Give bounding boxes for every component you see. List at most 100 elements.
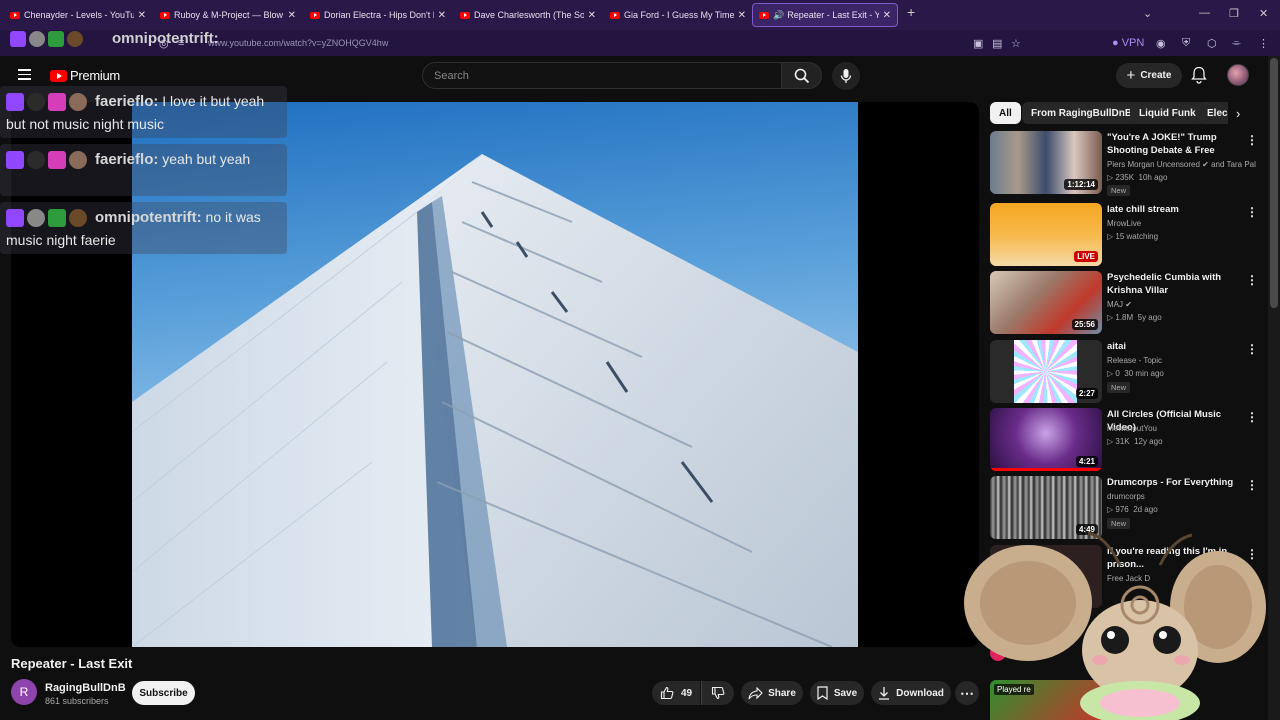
wallet-icon[interactable]: ⌯ [1232, 37, 1241, 50]
vpn-label: VPN [1121, 37, 1145, 49]
browser-tab[interactable]: Ruboy & M-Project — Blow Yo ✕ [154, 3, 302, 27]
search-button[interactable] [781, 62, 822, 89]
new-tab-icon[interactable]: + [907, 4, 915, 20]
recommendation-item[interactable]: 25:56 Psychedelic Cumbia with Krishna Vi… [990, 271, 1264, 335]
search-input[interactable]: Search [422, 62, 782, 89]
extensions-icon[interactable]: ⬡ [1207, 37, 1217, 50]
channel-avatar[interactable]: R [11, 679, 37, 705]
share-button[interactable]: Share [741, 681, 803, 705]
close-tab-icon[interactable]: ✕ [883, 10, 891, 21]
rec-channel[interactable]: drumcorps [1107, 492, 1145, 501]
rec-views: 235K [1115, 173, 1135, 182]
video-thumbnail[interactable]: LIVE [990, 203, 1102, 266]
recommendation-item[interactable]: 4:21 All Circles (Official Music Video) … [990, 408, 1264, 472]
twitch-badge-icon [6, 151, 24, 170]
voice-search-button[interactable] [832, 62, 860, 90]
browser-tab[interactable]: Dave Charlesworth (The Sorcer ✕ [454, 3, 602, 27]
twitch-badge-icon [6, 93, 24, 112]
bookmark-star-icon[interactable]: ☆ [1011, 37, 1021, 50]
rec-title[interactable]: "You're A JOKE!" Trump Shooting Debate &… [1107, 131, 1245, 157]
user-avatar[interactable] [1227, 64, 1249, 86]
browser-tab-active[interactable]: 🔊Repeater - Last Exit - YouTu ✕ [752, 3, 898, 27]
account-icon[interactable]: ◉ [1156, 37, 1166, 50]
youtube-logo[interactable]: Premium [50, 68, 120, 83]
close-tab-icon[interactable]: ✕ [438, 10, 446, 21]
hamburger-menu-icon[interactable] [18, 69, 31, 80]
chat-message: faerieflo: I love it but yeah but not mu… [0, 86, 287, 138]
menu-icon[interactable]: ⋮ [1258, 37, 1269, 50]
browser-tab[interactable]: Dorian Electra - Hips Don't Lie ✕ [304, 3, 452, 27]
rec-menu-icon[interactable]: ⋮ [1246, 410, 1258, 424]
youtube-icon [310, 11, 320, 19]
download-icon [879, 687, 890, 700]
video-thumbnail[interactable]: 25:56 [990, 271, 1102, 334]
recommendation-item[interactable]: LIVE late chill stream MrowLive ▷ 15 wat… [990, 203, 1264, 267]
emote-icon [27, 151, 45, 170]
dislike-button[interactable] [701, 681, 734, 705]
emote-icon [27, 209, 45, 228]
close-window-icon[interactable]: ✕ [1259, 7, 1268, 20]
rec-menu-icon[interactable]: ⋮ [1246, 342, 1258, 356]
close-tab-icon[interactable]: ✕ [288, 10, 296, 21]
rec-title[interactable]: Drumcorps - For Everything [1107, 476, 1245, 489]
browser-tab[interactable]: Gia Ford - I Guess My Time Ha ✕ [604, 3, 752, 27]
rec-menu-icon[interactable]: ⋮ [1246, 273, 1258, 287]
thumbs-up-icon [660, 686, 674, 700]
create-button[interactable]: + Create [1116, 63, 1182, 88]
rec-channel[interactable]: MrowLive [1107, 219, 1141, 228]
close-tab-icon[interactable]: ✕ [738, 10, 746, 21]
vpn-indicator[interactable]: ● VPN [1112, 37, 1144, 49]
vpn-icon: ● [1112, 37, 1119, 49]
tab-list-chevron-icon[interactable]: ⌄ [1143, 7, 1152, 20]
rec-channel-name: MAJ [1107, 300, 1123, 309]
chips-next-chevron-icon[interactable]: › [1236, 106, 1240, 121]
close-tab-icon[interactable]: ✕ [588, 10, 596, 21]
chip-from-channel[interactable]: From RagingBullDnB [1022, 102, 1142, 124]
video-thumbnail[interactable]: 2:27 [990, 340, 1102, 403]
page-scrollbar-thumb[interactable] [1270, 58, 1278, 308]
tab-title: Ruboy & M-Project — Blow Yo [174, 10, 284, 20]
chip-all[interactable]: All [990, 102, 1021, 124]
reader-icon[interactable]: ▤ [992, 37, 1002, 50]
channel-name[interactable]: RagingBullDnB [45, 682, 126, 694]
minimize-icon[interactable]: — [1199, 7, 1210, 19]
chat-message: faerieflo: yeah but yeah [0, 144, 287, 196]
chat-username-top: omnipotentrift: [112, 30, 219, 47]
rec-title[interactable]: Psychedelic Cumbia with Krishna Villar [1107, 271, 1245, 297]
rec-channel[interactable]: mewithoutYou [1107, 424, 1157, 433]
rec-stats: ▷ 31K 12y ago [1107, 437, 1163, 446]
moth-badge-icon [69, 209, 87, 228]
rec-menu-icon[interactable]: ⋮ [1246, 133, 1258, 147]
rec-title[interactable]: aitai [1107, 340, 1245, 353]
recommendation-item[interactable]: 2:27 aitai Release - Topic ▷ 0 30 min ag… [990, 340, 1264, 404]
rec-channel[interactable]: Release - Topic [1107, 356, 1162, 365]
search-placeholder: Search [434, 69, 469, 82]
screenshot-icon[interactable]: ▣ [973, 37, 983, 50]
chip-elec[interactable]: Elec [1198, 102, 1228, 124]
recommendation-item[interactable]: 1:12:14 "You're A JOKE!" Trump Shooting … [990, 131, 1264, 196]
url-field[interactable]: www.youtube.com/watch?v=yZNOHQGV4hw [208, 38, 388, 48]
video-thumbnail[interactable]: 4:21 [990, 408, 1102, 471]
create-label: Create [1140, 70, 1172, 81]
rec-menu-icon[interactable]: ⋮ [1246, 205, 1258, 219]
like-button[interactable]: 49 [652, 681, 700, 705]
notifications-bell-icon[interactable] [1191, 66, 1207, 89]
video-thumbnail[interactable]: 1:12:14 [990, 131, 1102, 194]
adblock-icon[interactable]: ⛨ [1182, 37, 1190, 50]
rec-menu-icon[interactable]: ⋮ [1246, 478, 1258, 492]
save-button[interactable]: Save [810, 681, 864, 705]
rec-channel[interactable]: MAJ ✔ [1107, 300, 1132, 309]
close-tab-icon[interactable]: ✕ [138, 10, 146, 21]
rec-channel[interactable]: Piers Morgan Uncensored ✔ and Tara Pal [1107, 160, 1256, 169]
download-button[interactable]: Download [871, 681, 951, 705]
rec-views: 31K [1115, 437, 1130, 446]
rec-age: 12y ago [1134, 437, 1163, 446]
tab-title: Gia Ford - I Guess My Time Ha [624, 10, 734, 20]
moth-badge-icon [67, 31, 83, 47]
subscribe-button[interactable]: Subscribe [132, 681, 195, 705]
chip-liquid-funk[interactable]: Liquid Funk [1130, 102, 1205, 124]
rec-title[interactable]: late chill stream [1107, 203, 1245, 216]
live-badge: LIVE [1074, 251, 1098, 262]
maximize-icon[interactable]: ❐ [1229, 7, 1239, 20]
browser-tab[interactable]: Chenayder - Levels - YouTube ✕ [4, 3, 152, 27]
